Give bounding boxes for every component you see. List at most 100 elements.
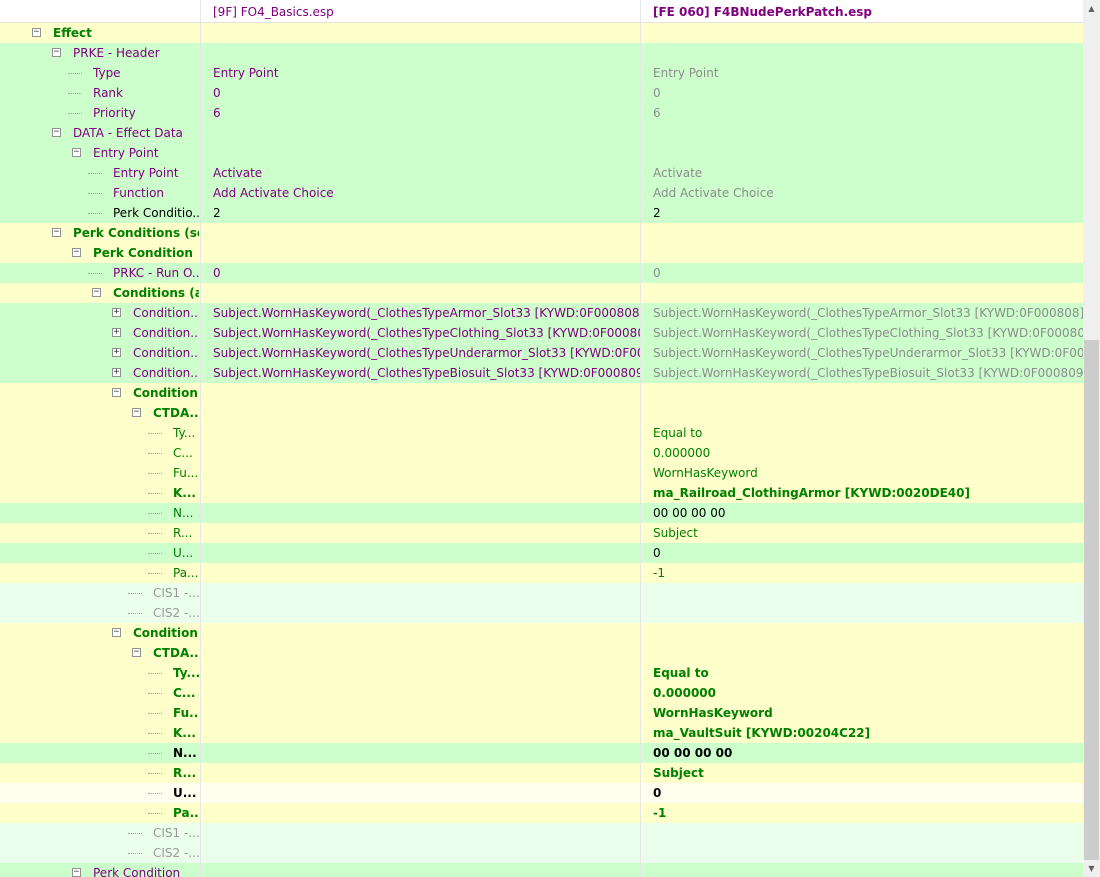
row-value-file1[interactable] <box>201 483 641 503</box>
row-name-cell[interactable]: Entry Point <box>0 163 201 183</box>
row-name-cell[interactable]: CIS2 -... <box>0 843 201 863</box>
header-file1-column[interactable]: [9F] FO4_Basics.esp <box>201 0 641 22</box>
row-value-file2[interactable] <box>641 863 1083 877</box>
vertical-scrollbar[interactable]: ▲ ▼ <box>1083 0 1100 877</box>
row-name-cell[interactable]: Perk Conditio... <box>0 203 201 223</box>
tree-row[interactable]: U... 0 <box>0 543 1083 563</box>
row-value-file1[interactable]: Subject.WornHasKeyword(_ClothesTypeUnder… <box>201 343 641 363</box>
row-value-file1[interactable]: Subject.WornHasKeyword(_ClothesTypeArmor… <box>201 303 641 323</box>
row-name-cell[interactable]: − Effect <box>0 23 201 43</box>
tree-row[interactable]: CIS1 -... <box>0 583 1083 603</box>
collapse-icon[interactable]: − <box>52 228 61 237</box>
row-value-file2[interactable]: 00 00 00 00 <box>641 503 1083 523</box>
tree-row[interactable]: Perk Conditio... 2 2 <box>0 203 1083 223</box>
row-name-cell[interactable]: + Condition... <box>0 323 201 343</box>
row-value-file1[interactable] <box>201 403 641 423</box>
row-value-file2[interactable]: ma_VaultSuit [KYWD:00204C22] <box>641 723 1083 743</box>
row-name-cell[interactable]: − Condition... <box>0 383 201 403</box>
row-name-cell[interactable]: Pa... <box>0 803 201 823</box>
collapse-icon[interactable]: − <box>72 148 81 157</box>
scroll-down-icon[interactable]: ▼ <box>1083 860 1100 877</box>
row-value-file2[interactable] <box>641 143 1083 163</box>
row-name-cell[interactable]: C... <box>0 443 201 463</box>
row-value-file1[interactable] <box>201 683 641 703</box>
row-name-cell[interactable]: Fu... <box>0 703 201 723</box>
row-value-file2[interactable] <box>641 23 1083 43</box>
tree-row[interactable]: − Condition... <box>0 623 1083 643</box>
tree-row[interactable]: Fu... WornHasKeyword <box>0 703 1083 723</box>
row-value-file2[interactable]: 2 <box>641 203 1083 223</box>
row-value-file2[interactable]: 00 00 00 00 <box>641 743 1083 763</box>
row-value-file1[interactable] <box>201 843 641 863</box>
row-value-file2[interactable] <box>641 583 1083 603</box>
collapse-icon[interactable]: − <box>72 868 81 877</box>
row-name-cell[interactable]: Fu... <box>0 463 201 483</box>
row-value-file2[interactable]: Equal to <box>641 423 1083 443</box>
row-value-file1[interactable] <box>201 143 641 163</box>
row-value-file1[interactable] <box>201 443 641 463</box>
row-value-file2[interactable] <box>641 223 1083 243</box>
row-name-cell[interactable]: − PRKE - Header <box>0 43 201 63</box>
collapse-icon[interactable]: − <box>112 628 121 637</box>
row-value-file2[interactable]: Subject.WornHasKeyword(_ClothesTypeArmor… <box>641 303 1083 323</box>
row-value-file1[interactable] <box>201 623 641 643</box>
row-name-cell[interactable]: N... <box>0 503 201 523</box>
row-value-file1[interactable] <box>201 763 641 783</box>
collapse-icon[interactable]: − <box>132 408 141 417</box>
row-value-file2[interactable] <box>641 383 1083 403</box>
row-name-cell[interactable]: CIS2 -... <box>0 603 201 623</box>
tree-row[interactable]: − Entry Point <box>0 143 1083 163</box>
row-value-file1[interactable]: 6 <box>201 103 641 123</box>
row-value-file1[interactable] <box>201 803 641 823</box>
row-value-file2[interactable]: WornHasKeyword <box>641 463 1083 483</box>
tree-row[interactable]: Ty... Equal to <box>0 663 1083 683</box>
row-value-file1[interactable]: 0 <box>201 83 641 103</box>
row-value-file1[interactable] <box>201 563 641 583</box>
row-value-file1[interactable] <box>201 503 641 523</box>
row-name-cell[interactable]: − Conditions (a... <box>0 283 201 303</box>
tree-row[interactable]: Pa... -1 <box>0 803 1083 823</box>
row-value-file1[interactable] <box>201 243 641 263</box>
row-value-file2[interactable]: 0.000000 <box>641 683 1083 703</box>
row-value-file1[interactable] <box>201 23 641 43</box>
row-value-file1[interactable]: 2 <box>201 203 641 223</box>
row-value-file2[interactable] <box>641 843 1083 863</box>
tree-row[interactable]: − Perk Condition <box>0 243 1083 263</box>
row-value-file2[interactable]: Subject <box>641 763 1083 783</box>
row-name-cell[interactable]: N... <box>0 743 201 763</box>
collapse-icon[interactable]: − <box>112 388 121 397</box>
row-name-cell[interactable]: − Condition... <box>0 623 201 643</box>
tree-row[interactable]: − CTDA... <box>0 643 1083 663</box>
row-value-file1[interactable] <box>201 583 641 603</box>
row-value-file2[interactable] <box>641 603 1083 623</box>
row-value-file1[interactable]: Subject.WornHasKeyword(_ClothesTypeBiosu… <box>201 363 641 383</box>
row-name-cell[interactable]: + Condition... <box>0 343 201 363</box>
row-name-cell[interactable]: Pa... <box>0 563 201 583</box>
row-value-file2[interactable] <box>641 823 1083 843</box>
row-value-file2[interactable] <box>641 123 1083 143</box>
expand-icon[interactable]: + <box>112 368 121 377</box>
expand-icon[interactable]: + <box>112 328 121 337</box>
collapse-icon[interactable]: − <box>52 128 61 137</box>
row-name-cell[interactable]: K... <box>0 723 201 743</box>
row-value-file2[interactable] <box>641 623 1083 643</box>
row-name-cell[interactable]: Priority <box>0 103 201 123</box>
expand-icon[interactable]: + <box>112 348 121 357</box>
row-value-file2[interactable] <box>641 43 1083 63</box>
row-name-cell[interactable]: R... <box>0 763 201 783</box>
row-name-cell[interactable]: + Condition... <box>0 303 201 323</box>
tree-row[interactable]: − Condition... <box>0 383 1083 403</box>
row-value-file1[interactable] <box>201 283 641 303</box>
tree-row[interactable]: K... ma_Railroad_ClothingArmor [KYWD:0020… <box>0 483 1083 503</box>
tree-row[interactable]: N... 00 00 00 00 <box>0 743 1083 763</box>
tree-row[interactable]: − CTDA... <box>0 403 1083 423</box>
row-value-file1[interactable] <box>201 663 641 683</box>
tree-row[interactable]: − PRKE - Header <box>0 43 1083 63</box>
tree-row[interactable]: − Perk Conditions (sor... <box>0 223 1083 243</box>
tree-row[interactable]: + Condition... Subject.WornHasKeyword(_Clo… <box>0 343 1083 363</box>
scroll-up-icon[interactable]: ▲ <box>1083 0 1100 17</box>
row-value-file1[interactable]: Activate <box>201 163 641 183</box>
tree-row[interactable]: − Effect <box>0 23 1083 43</box>
tree-row[interactable]: + Condition... Subject.WornHasKeyword(_Clo… <box>0 363 1083 383</box>
row-value-file2[interactable]: ma_Railroad_ClothingArmor [KYWD:0020DE40… <box>641 483 1083 503</box>
